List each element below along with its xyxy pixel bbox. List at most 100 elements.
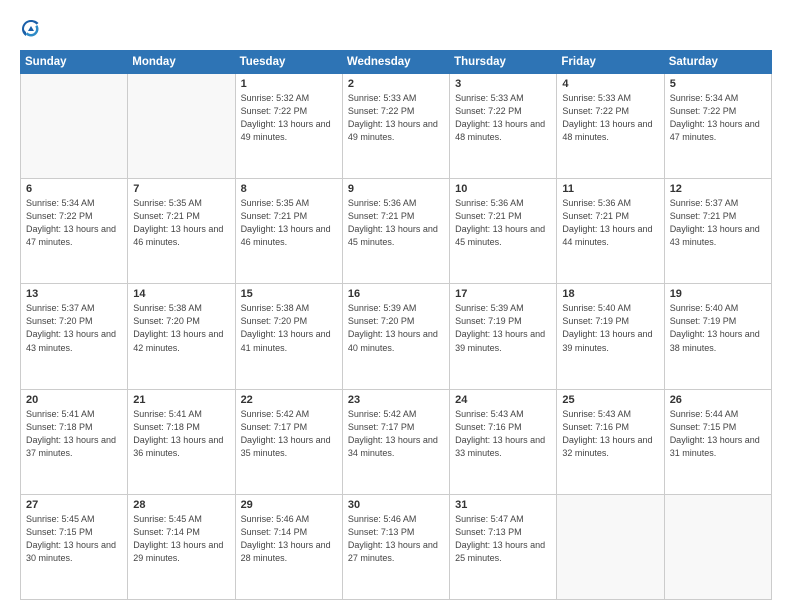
day-info: Sunrise: 5:39 AM Sunset: 7:19 PM Dayligh…	[455, 302, 551, 354]
day-cell: 26Sunrise: 5:44 AM Sunset: 7:15 PM Dayli…	[664, 389, 771, 494]
day-cell: 25 Sunrise: 5:43 AM Sunset: 7:16 PM Dayli…	[557, 389, 664, 494]
day-number: 28	[133, 499, 229, 511]
day-number: 13	[26, 288, 122, 300]
day-info: Sunrise: 5:45 AM Sunset: 7:15 PM Dayligh…	[26, 513, 122, 565]
day-info: Sunrise: 5:36 AM Sunset: 7:21 PM Dayligh…	[348, 197, 444, 249]
day-number: 22	[241, 394, 337, 406]
day-number: 16	[348, 288, 444, 300]
day-number: 3	[455, 78, 551, 90]
day-cell: 17 Sunrise: 5:39 AM Sunset: 7:19 PM Dayli…	[450, 284, 557, 389]
day-info: Sunrise: 5:36 AM Sunset: 7:21 PM Dayligh…	[455, 197, 551, 249]
day-cell: 18 Sunrise: 5:40 AM Sunset: 7:19 PM Dayli…	[557, 284, 664, 389]
day-info: Sunrise: 5:36 AM Sunset: 7:21 PM Dayligh…	[562, 197, 658, 249]
day-number: 21	[133, 394, 229, 406]
day-cell: 23 Sunrise: 5:42 AM Sunset: 7:17 PM Dayli…	[342, 389, 449, 494]
day-cell: 29Sunrise: 5:46 AM Sunset: 7:14 PM Dayli…	[235, 494, 342, 599]
weekday-header-wednesday: Wednesday	[342, 51, 449, 74]
day-number: 30	[348, 499, 444, 511]
day-cell	[557, 494, 664, 599]
day-number: 18	[562, 288, 658, 300]
header	[20, 18, 772, 40]
logo-icon	[20, 18, 42, 40]
calendar-page: SundayMondayTuesdayWednesdayThursdayFrid…	[0, 0, 792, 612]
day-cell: 19 Sunrise: 5:40 AM Sunset: 7:19 PM Dayli…	[664, 284, 771, 389]
day-info: Sunrise: 5:37 AM Sunset: 7:21 PM Dayligh…	[670, 197, 766, 249]
day-info: Sunrise: 5:42 AM Sunset: 7:17 PM Dayligh…	[348, 408, 444, 460]
day-info: Sunrise: 5:37 AM Sunset: 7:20 PM Dayligh…	[26, 302, 122, 354]
day-cell: 11 Sunrise: 5:36 AM Sunset: 7:21 PM Dayli…	[557, 179, 664, 284]
day-info: Sunrise: 5:33 AM Sunset: 7:22 PM Dayligh…	[455, 92, 551, 144]
day-number: 31	[455, 499, 551, 511]
calendar-table: SundayMondayTuesdayWednesdayThursdayFrid…	[20, 50, 772, 600]
day-number: 9	[348, 183, 444, 195]
day-cell: 13 Sunrise: 5:37 AM Sunset: 7:20 PM Dayli…	[21, 284, 128, 389]
day-number: 4	[562, 78, 658, 90]
day-cell	[128, 74, 235, 179]
day-number: 7	[133, 183, 229, 195]
day-cell: 28 Sunrise: 5:45 AM Sunset: 7:14 PM Dayli…	[128, 494, 235, 599]
day-number: 10	[455, 183, 551, 195]
day-cell: 21 Sunrise: 5:41 AM Sunset: 7:18 PM Dayli…	[128, 389, 235, 494]
day-number: 1	[241, 78, 337, 90]
weekday-header-tuesday: Tuesday	[235, 51, 342, 74]
week-row-1: 1Sunrise: 5:32 AM Sunset: 7:22 PM Daylig…	[21, 74, 772, 179]
day-info: Sunrise: 5:35 AM Sunset: 7:21 PM Dayligh…	[241, 197, 337, 249]
day-info: Sunrise: 5:43 AM Sunset: 7:16 PM Dayligh…	[455, 408, 551, 460]
day-cell: 31 Sunrise: 5:47 AM Sunset: 7:13 PM Dayli…	[450, 494, 557, 599]
logo	[20, 18, 46, 40]
day-info: Sunrise: 5:41 AM Sunset: 7:18 PM Dayligh…	[26, 408, 122, 460]
day-cell: 24 Sunrise: 5:43 AM Sunset: 7:16 PM Dayli…	[450, 389, 557, 494]
day-number: 23	[348, 394, 444, 406]
day-info: Sunrise: 5:35 AM Sunset: 7:21 PM Dayligh…	[133, 197, 229, 249]
day-number: 8	[241, 183, 337, 195]
day-cell: 5 Sunrise: 5:34 AM Sunset: 7:22 PM Daylig…	[664, 74, 771, 179]
day-info: Sunrise: 5:43 AM Sunset: 7:16 PM Dayligh…	[562, 408, 658, 460]
day-cell: 10 Sunrise: 5:36 AM Sunset: 7:21 PM Dayli…	[450, 179, 557, 284]
day-info: Sunrise: 5:44 AM Sunset: 7:15 PM Dayligh…	[670, 408, 766, 460]
day-number: 6	[26, 183, 122, 195]
day-info: Sunrise: 5:40 AM Sunset: 7:19 PM Dayligh…	[670, 302, 766, 354]
day-number: 24	[455, 394, 551, 406]
day-cell: 6 Sunrise: 5:34 AM Sunset: 7:22 PM Daylig…	[21, 179, 128, 284]
week-row-5: 27Sunrise: 5:45 AM Sunset: 7:15 PM Dayli…	[21, 494, 772, 599]
day-info: Sunrise: 5:45 AM Sunset: 7:14 PM Dayligh…	[133, 513, 229, 565]
weekday-header-thursday: Thursday	[450, 51, 557, 74]
day-info: Sunrise: 5:46 AM Sunset: 7:13 PM Dayligh…	[348, 513, 444, 565]
day-number: 11	[562, 183, 658, 195]
week-row-3: 13 Sunrise: 5:37 AM Sunset: 7:20 PM Dayli…	[21, 284, 772, 389]
day-cell: 27Sunrise: 5:45 AM Sunset: 7:15 PM Dayli…	[21, 494, 128, 599]
day-cell	[21, 74, 128, 179]
day-info: Sunrise: 5:33 AM Sunset: 7:22 PM Dayligh…	[562, 92, 658, 144]
day-info: Sunrise: 5:34 AM Sunset: 7:22 PM Dayligh…	[26, 197, 122, 249]
day-info: Sunrise: 5:41 AM Sunset: 7:18 PM Dayligh…	[133, 408, 229, 460]
day-cell: 4 Sunrise: 5:33 AM Sunset: 7:22 PM Daylig…	[557, 74, 664, 179]
day-cell: 14Sunrise: 5:38 AM Sunset: 7:20 PM Dayli…	[128, 284, 235, 389]
weekday-header-monday: Monday	[128, 51, 235, 74]
day-number: 5	[670, 78, 766, 90]
day-info: Sunrise: 5:42 AM Sunset: 7:17 PM Dayligh…	[241, 408, 337, 460]
day-cell	[664, 494, 771, 599]
day-cell: 7 Sunrise: 5:35 AM Sunset: 7:21 PM Daylig…	[128, 179, 235, 284]
day-cell: 1Sunrise: 5:32 AM Sunset: 7:22 PM Daylig…	[235, 74, 342, 179]
day-cell: 12Sunrise: 5:37 AM Sunset: 7:21 PM Dayli…	[664, 179, 771, 284]
day-number: 15	[241, 288, 337, 300]
day-number: 2	[348, 78, 444, 90]
day-cell: 20Sunrise: 5:41 AM Sunset: 7:18 PM Dayli…	[21, 389, 128, 494]
weekday-header-saturday: Saturday	[664, 51, 771, 74]
day-info: Sunrise: 5:47 AM Sunset: 7:13 PM Dayligh…	[455, 513, 551, 565]
day-info: Sunrise: 5:34 AM Sunset: 7:22 PM Dayligh…	[670, 92, 766, 144]
week-row-2: 6 Sunrise: 5:34 AM Sunset: 7:22 PM Daylig…	[21, 179, 772, 284]
day-cell: 30 Sunrise: 5:46 AM Sunset: 7:13 PM Dayli…	[342, 494, 449, 599]
day-info: Sunrise: 5:33 AM Sunset: 7:22 PM Dayligh…	[348, 92, 444, 144]
day-cell: 2 Sunrise: 5:33 AM Sunset: 7:22 PM Daylig…	[342, 74, 449, 179]
day-number: 17	[455, 288, 551, 300]
day-cell: 15Sunrise: 5:38 AM Sunset: 7:20 PM Dayli…	[235, 284, 342, 389]
day-cell: 16Sunrise: 5:39 AM Sunset: 7:20 PM Dayli…	[342, 284, 449, 389]
day-cell: 8 Sunrise: 5:35 AM Sunset: 7:21 PM Daylig…	[235, 179, 342, 284]
day-number: 14	[133, 288, 229, 300]
weekday-header-row: SundayMondayTuesdayWednesdayThursdayFrid…	[21, 51, 772, 74]
day-number: 25	[562, 394, 658, 406]
day-cell: 22 Sunrise: 5:42 AM Sunset: 7:17 PM Dayli…	[235, 389, 342, 494]
day-info: Sunrise: 5:40 AM Sunset: 7:19 PM Dayligh…	[562, 302, 658, 354]
day-number: 19	[670, 288, 766, 300]
